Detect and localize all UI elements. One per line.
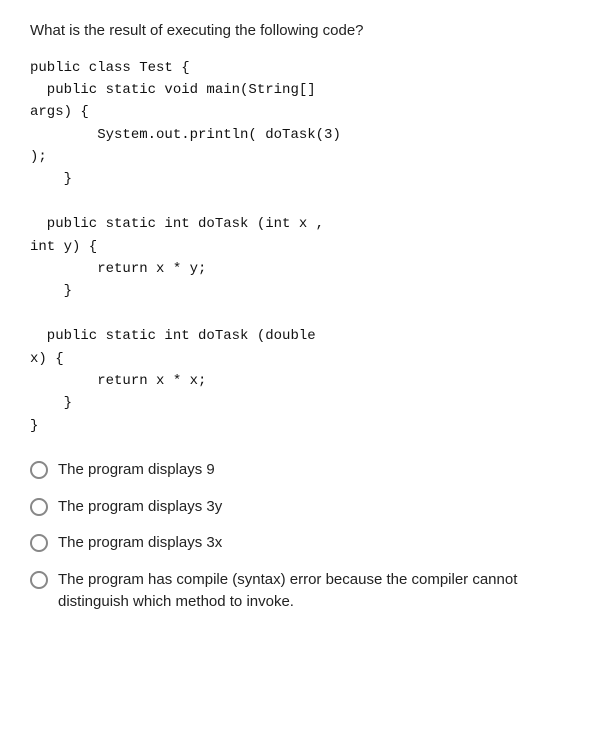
option-1-label: The program displays 9 xyxy=(58,459,583,482)
code-block: public class Test { public static void m… xyxy=(30,57,583,438)
radio-2[interactable] xyxy=(30,498,48,516)
radio-1[interactable] xyxy=(30,461,48,479)
radio-3[interactable] xyxy=(30,534,48,552)
option-3[interactable]: The program displays 3x xyxy=(30,532,583,555)
option-4-label: The program has compile (syntax) error b… xyxy=(58,569,583,614)
option-2-label: The program displays 3y xyxy=(58,496,583,519)
question-text: What is the result of executing the foll… xyxy=(30,20,583,43)
option-4[interactable]: The program has compile (syntax) error b… xyxy=(30,569,583,614)
option-2[interactable]: The program displays 3y xyxy=(30,496,583,519)
option-3-label: The program displays 3x xyxy=(58,532,583,555)
option-1[interactable]: The program displays 9 xyxy=(30,459,583,482)
options-list: The program displays 9 The program displ… xyxy=(30,459,583,614)
radio-4[interactable] xyxy=(30,571,48,589)
